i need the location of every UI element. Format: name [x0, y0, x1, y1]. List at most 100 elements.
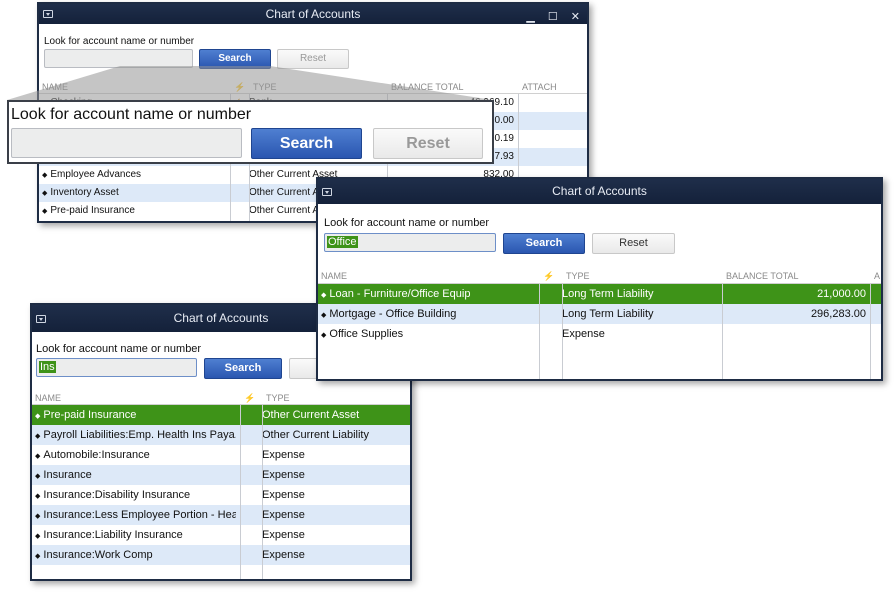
- cell-type-text: Expense: [262, 509, 305, 521]
- column-divider: [562, 284, 563, 379]
- account-row[interactable]: ◆ Insurance:Work Comp Expense: [32, 545, 410, 565]
- cell-name-text: Pre-paid Insurance: [43, 409, 137, 421]
- cell-type-text: Expense: [262, 489, 305, 501]
- search-input-value: Office: [327, 236, 358, 248]
- cell-type: Expense: [562, 324, 718, 344]
- cell-name: ◆ Insurance: [35, 465, 236, 487]
- cell-type: Expense: [262, 485, 408, 505]
- column-header-balance-total[interactable]: BALANCE TOTAL: [726, 269, 799, 284]
- cell-balance-text: 296,283.00: [810, 308, 866, 320]
- magnified-search-button[interactable]: Search: [251, 128, 362, 159]
- account-row[interactable]: ◆ Mortgage - Office Building Long Term Lia…: [318, 304, 881, 324]
- cell-name: ◆ Payroll Liabilities:Emp. Health Ins Pay…: [35, 425, 236, 447]
- cell-type-text: Expense: [562, 328, 605, 340]
- cell-type-text: Expense: [262, 449, 305, 461]
- cell-type-text: Long Term Liability: [562, 288, 654, 300]
- cell-name: ◆ Insurance:Disability Insurance: [35, 485, 236, 507]
- chart-of-accounts-window-office: Chart of Accounts Look for account name o…: [316, 177, 883, 381]
- column-header-row: NAME ⚡ TYPE BALANCE TOTAL A: [318, 269, 881, 284]
- cell-name: ◆ Automobile:Insurance: [35, 445, 236, 467]
- cell-name-text: Insurance:Work Comp: [43, 549, 153, 561]
- window-menu-icon[interactable]: [322, 187, 332, 196]
- cell-name: ◆ Loan - Furniture/Office Equip: [321, 284, 535, 306]
- cell-name-text: Automobile:Insurance: [43, 449, 150, 461]
- column-divider: [262, 405, 263, 579]
- cell-name-text: Insurance: [43, 469, 92, 481]
- window-title: Chart of Accounts: [552, 184, 647, 198]
- cell-name-text: Office Supplies: [329, 328, 404, 340]
- account-row[interactable]: ◆ Automobile:Insurance Expense: [32, 445, 410, 465]
- cell-type-text: Expense: [262, 529, 305, 541]
- cell-name: ◆ Insurance:Less Employee Portion - Hea..…: [35, 505, 236, 527]
- account-row[interactable]: ◆ Insurance:Less Employee Portion - Hea..…: [32, 505, 410, 525]
- cell-name: ◆ Office Supplies: [321, 324, 535, 346]
- window-title: Chart of Accounts: [173, 311, 269, 325]
- magnified-reset-button[interactable]: Reset: [373, 128, 483, 159]
- diamond-bullet-icon: ◆: [35, 453, 41, 460]
- reset-button[interactable]: Reset: [592, 233, 675, 254]
- cell-type: Expense: [262, 445, 408, 465]
- search-label: Look for account name or number: [36, 343, 202, 355]
- search-button[interactable]: Search: [503, 233, 585, 254]
- diamond-bullet-icon: ◆: [35, 473, 41, 480]
- cell-type-text: Long Term Liability: [562, 308, 654, 320]
- cell-name: ◆ Pre-paid Insurance: [35, 405, 236, 427]
- column-divider: [870, 284, 871, 379]
- search-input-value: Ins: [39, 361, 56, 373]
- diamond-bullet-icon: ◆: [321, 332, 327, 339]
- column-header-a[interactable]: A: [874, 269, 880, 284]
- column-header-name[interactable]: NAME: [35, 392, 61, 405]
- diamond-bullet-icon: ◆: [321, 292, 327, 299]
- cell-name-text: Insurance:Disability Insurance: [43, 489, 191, 501]
- magnified-search-label: Look for account name or number: [11, 106, 252, 123]
- column-header-spell-icon[interactable]: ⚡: [244, 392, 255, 405]
- account-row[interactable]: ◆ Office Supplies Expense: [318, 324, 881, 344]
- account-row[interactable]: ◆ Payroll Liabilities:Emp. Health Ins Pay…: [32, 425, 410, 445]
- column-header-spell-icon[interactable]: ⚡: [543, 269, 554, 284]
- cell-name-text: Insurance:Liability Insurance: [43, 529, 183, 541]
- cell-type-text: Other Current Liability: [262, 429, 369, 441]
- diamond-bullet-icon: ◆: [35, 513, 41, 520]
- cell-type: Expense: [262, 525, 408, 545]
- column-divider: [539, 284, 540, 379]
- cell-balance: 296,283.00: [722, 304, 866, 324]
- search-label: Look for account name or number: [324, 217, 490, 229]
- window-menu-icon[interactable]: [36, 314, 46, 323]
- cell-balance: 21,000.00: [722, 284, 866, 304]
- account-row[interactable]: ◆ Insurance:Liability Insurance Expense: [32, 525, 410, 545]
- cell-type-text: Expense: [262, 469, 305, 481]
- cell-type: Expense: [262, 465, 408, 485]
- account-row[interactable]: ◆ Loan - Furniture/Office Equip Long Term …: [318, 284, 881, 304]
- search-input[interactable]: Ins: [36, 358, 197, 377]
- cell-name: ◆ Insurance:Liability Insurance: [35, 525, 236, 547]
- account-row[interactable]: ◆ Pre-paid Insurance Other Current Asset: [32, 405, 410, 425]
- cell-type: Other Current Liability: [262, 425, 408, 445]
- account-row[interactable]: ◆ Insurance:Disability Insurance Expense: [32, 485, 410, 505]
- cell-balance-text: 21,000.00: [817, 288, 866, 300]
- column-header-name[interactable]: NAME: [321, 269, 347, 284]
- cell-type: Expense: [262, 505, 408, 525]
- diamond-bullet-icon: ◆: [35, 413, 41, 420]
- cell-type-text: Expense: [262, 549, 305, 561]
- cell-name-text: Mortgage - Office Building: [329, 308, 457, 320]
- account-row[interactable]: ◆ Insurance Expense: [32, 465, 410, 485]
- cell-name-text: Payroll Liabilities:Emp. Health Ins Paya…: [43, 429, 236, 441]
- title-bar: Chart of Accounts: [318, 179, 881, 204]
- column-header-type[interactable]: TYPE: [566, 269, 590, 284]
- cell-type: Expense: [262, 545, 408, 565]
- diamond-bullet-icon: ◆: [321, 312, 327, 319]
- diamond-bullet-icon: ◆: [35, 553, 41, 560]
- cell-name: ◆ Insurance:Work Comp: [35, 545, 236, 567]
- search-button[interactable]: Search: [204, 358, 282, 379]
- column-header-row: NAME ⚡ TYPE: [32, 392, 410, 405]
- cell-name-text: Insurance:Less Employee Portion - Hea...: [43, 509, 236, 521]
- column-header-type[interactable]: TYPE: [266, 392, 290, 405]
- column-divider: [240, 405, 241, 579]
- diamond-bullet-icon: ◆: [35, 493, 41, 500]
- diamond-bullet-icon: ◆: [35, 433, 41, 440]
- cell-type: Other Current Asset: [262, 405, 408, 425]
- search-input[interactable]: Office: [324, 233, 496, 252]
- search-magnifier-callout: Look for account name or number Search Res…: [7, 100, 494, 164]
- cell-name-text: Loan - Furniture/Office Equip: [329, 288, 471, 300]
- magnified-search-input[interactable]: [11, 128, 242, 158]
